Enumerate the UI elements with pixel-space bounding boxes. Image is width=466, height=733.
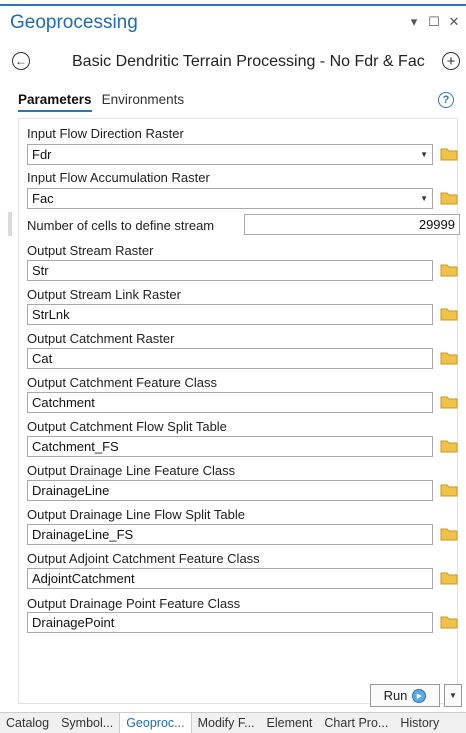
folder-icon[interactable] [440,263,458,277]
fac-value: Fac [32,191,54,206]
adj-field[interactable]: AdjointCatchment [27,568,433,589]
back-arrow-icon[interactable]: ← [12,52,30,70]
chevron-down-icon[interactable]: ▼ [420,150,428,159]
tab-parameters[interactable]: Parameters [18,92,92,112]
folder-icon[interactable] [440,395,458,409]
tab-modify-features[interactable]: Modify F... [192,713,261,733]
strlnk-label: Output Stream Link Raster [27,287,181,302]
tab-environments[interactable]: Environments [102,92,185,112]
strlnk-value: StrLnk [32,307,70,322]
cat-field[interactable]: Cat [27,348,433,369]
cells-label: Number of cells to define stream [27,218,215,233]
catfs-value: Catchment_FS [32,439,119,454]
geoprocessing-pane: Geoprocessing ▾ ☐ ✕ ← Basic Dendritic Te… [0,0,466,733]
folder-icon[interactable] [440,483,458,497]
folder-icon[interactable] [440,351,458,365]
tab-catalog[interactable]: Catalog [0,713,55,733]
folder-icon[interactable] [440,615,458,629]
active-parameter-marker [8,212,12,236]
dlfs-label: Output Drainage Line Flow Split Table [27,507,245,522]
add-icon[interactable]: + [442,52,460,70]
dl-field[interactable]: DrainageLine [27,480,433,501]
folder-icon[interactable] [440,191,458,205]
folder-icon[interactable] [440,307,458,321]
fdr-label: Input Flow Direction Raster [27,126,184,141]
folder-icon[interactable] [440,527,458,541]
dock-tab-bar: Catalog Symbol... Geoproc... Modify F...… [0,712,466,733]
strlnk-field[interactable]: StrLnk [27,304,433,325]
str-label: Output Stream Raster [27,243,154,258]
folder-icon[interactable] [440,439,458,453]
pane-title: Geoprocessing [10,12,138,33]
tab-element[interactable]: Element [261,713,319,733]
help-icon[interactable]: ? [438,92,454,108]
options-dropdown-icon[interactable]: ▾ [408,14,420,30]
run-options-dropdown[interactable]: ▼ [444,684,462,707]
dp-value: DrainagePoint [32,615,115,630]
dlfs-value: DrainageLine_FS [32,527,134,542]
pane-top-border [0,0,466,6]
catfc-value: Catchment [32,395,95,410]
close-icon[interactable]: ✕ [448,14,460,30]
catfc-field[interactable]: Catchment [27,392,433,413]
str-value: Str [32,263,49,278]
fac-label: Input Flow Accumulation Raster [27,170,210,185]
chevron-down-icon[interactable]: ▼ [420,194,428,203]
tab-history[interactable]: History [394,713,445,733]
folder-icon[interactable] [440,571,458,585]
folder-icon[interactable] [440,147,458,161]
catfs-field[interactable]: Catchment_FS [27,436,433,457]
tab-bar: Parameters Environments [18,92,184,112]
adj-value: AdjointCatchment [32,571,135,586]
dl-value: DrainageLine [32,483,110,498]
tab-chart-properties[interactable]: Chart Pro... [318,713,394,733]
adj-label: Output Adjoint Catchment Feature Class [27,551,260,566]
maximize-icon[interactable]: ☐ [428,14,440,30]
dp-label: Output Drainage Point Feature Class [27,596,241,611]
dp-field[interactable]: DrainagePoint [27,612,433,633]
fdr-select[interactable]: Fdr ▼ [27,144,433,165]
run-label: Run [383,688,408,703]
catfc-label: Output Catchment Feature Class [27,375,218,390]
catfs-label: Output Catchment Flow Split Table [27,419,227,434]
cells-input[interactable]: 29999 [244,214,460,235]
window-controls: ▾ ☐ ✕ [408,14,460,30]
run-button[interactable]: Run ▶ [370,684,440,707]
fdr-value: Fdr [32,147,52,162]
cat-label: Output Catchment Raster [27,331,175,346]
fac-select[interactable]: Fac ▼ [27,188,433,209]
tab-symbology[interactable]: Symbol... [55,713,119,733]
dlfs-field[interactable]: DrainageLine_FS [27,524,433,545]
run-icon: ▶ [412,688,427,703]
str-field[interactable]: Str [27,260,433,281]
tab-geoprocessing[interactable]: Geoproc... [119,713,192,733]
dl-label: Output Drainage Line Feature Class [27,463,236,478]
cat-value: Cat [32,351,53,366]
tool-title: Basic Dendritic Terrain Processing - No … [72,53,425,70]
